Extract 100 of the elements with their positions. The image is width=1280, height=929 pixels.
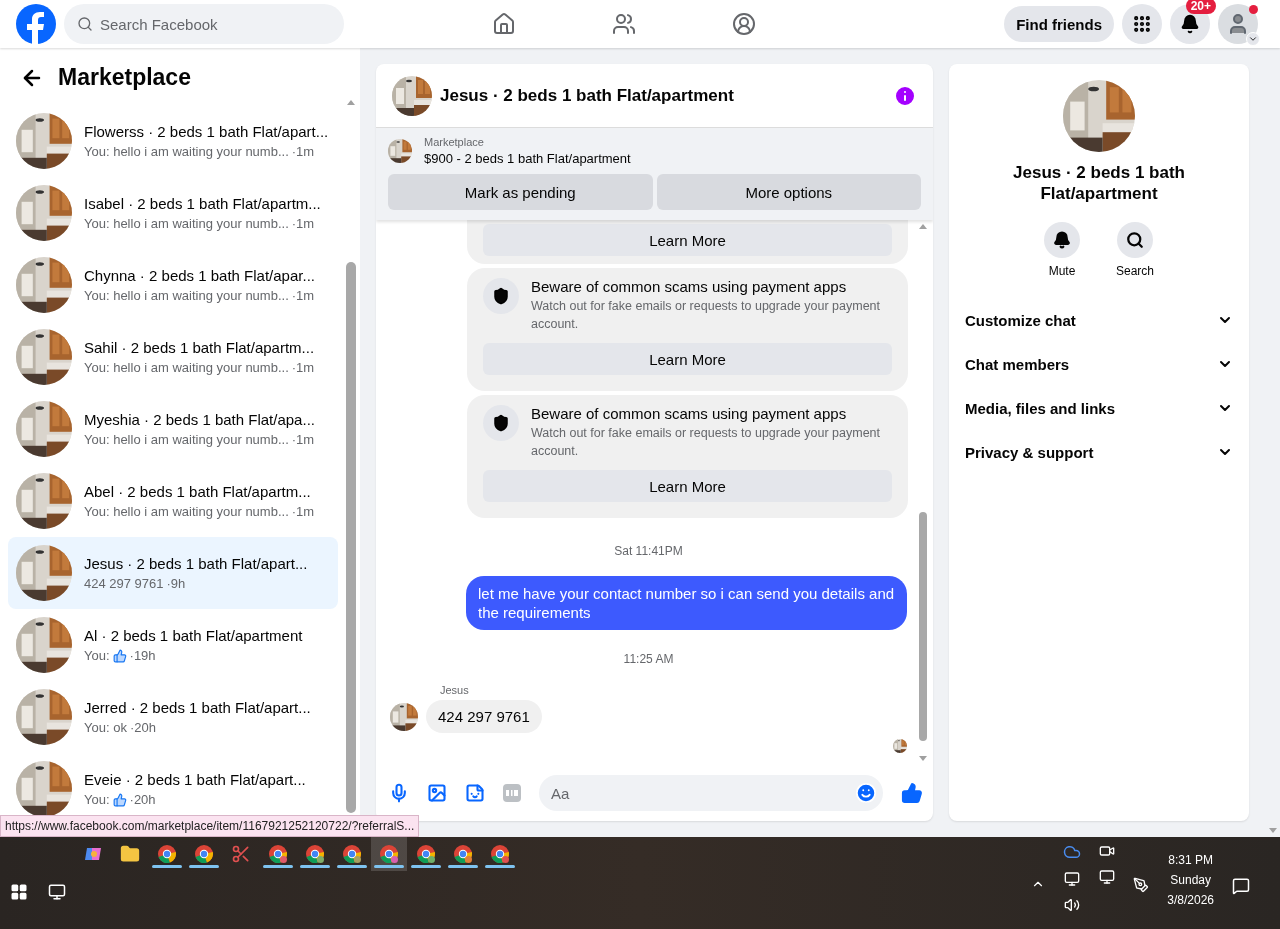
conversation-title: Jesus · 2 beds 1 bath Flat/apart...: [84, 555, 308, 572]
cloud-icon[interactable]: [1063, 843, 1082, 861]
scrollbar[interactable]: [344, 100, 358, 813]
message-time: ·9h: [166, 576, 186, 591]
browser-icon[interactable]: [379, 844, 399, 864]
timestamp: 11:25 AM: [623, 652, 674, 666]
running-indicator: [374, 865, 404, 868]
message-time: ·19h: [129, 648, 156, 663]
person-circle-icon: [732, 12, 756, 36]
running-indicator: [485, 865, 515, 868]
thumbs-up-icon: [112, 792, 127, 807]
browser-icon[interactable]: [194, 844, 214, 864]
thumbs-up-icon: [112, 648, 127, 663]
message-preview: You: hello i am waiting your numb...: [84, 360, 289, 375]
find-friends-button[interactable]: Find friends: [1004, 6, 1114, 42]
scrollbar[interactable]: [917, 224, 929, 761]
microphone-icon[interactable]: [389, 783, 409, 803]
search-icon: [77, 16, 93, 32]
section-header[interactable]: Customize chat: [957, 298, 1241, 342]
running-indicator: [337, 865, 367, 868]
listing-button[interactable]: Mark as pending: [388, 174, 653, 210]
emoji-icon[interactable]: [855, 782, 877, 804]
display-icon[interactable]: [1064, 871, 1081, 887]
menu-button[interactable]: [1122, 4, 1162, 44]
logo-icon[interactable]: [16, 4, 56, 44]
conversation-item[interactable]: Sahil · 2 beds 1 bath Flat/apartm... You: hello i am waiting your numb... ·1m: [8, 321, 338, 393]
received-message: 424 297 9761: [426, 700, 542, 733]
message-preview: You: hello i am waiting your numb...: [84, 288, 289, 303]
conversation-item[interactable]: Isabel · 2 beds 1 bath Flat/apartm... You: hello i am waiting your numb... ·1m: [8, 177, 338, 249]
message-field[interactable]: Aa: [539, 775, 883, 811]
bell-icon: [1180, 14, 1200, 34]
section-header[interactable]: Media, files and links: [957, 386, 1241, 430]
message-time: ·20h: [129, 720, 156, 735]
section-header[interactable]: Privacy & support: [957, 430, 1241, 474]
notification-icon[interactable]: [1232, 877, 1250, 895]
section-header[interactable]: Chat members: [957, 342, 1241, 386]
sticker-icon[interactable]: [465, 783, 485, 803]
sender-name: Jesus: [440, 684, 470, 696]
search-field[interactable]: Search Facebook: [64, 4, 344, 44]
conversation-item[interactable]: Abel · 2 beds 1 bath Flat/apartm... You: hello i am waiting your numb... ·1m: [8, 465, 338, 537]
learn-more-button[interactable]: Learn More: [483, 343, 892, 375]
folder-icon[interactable]: [120, 844, 140, 864]
message-time: ·1m: [291, 216, 315, 231]
message-preview: You: hello i am waiting your numb...: [84, 432, 289, 447]
message-preview: 424 297 9761: [84, 576, 164, 591]
browser-icon[interactable]: [453, 844, 473, 864]
search-icon: [1126, 231, 1144, 249]
browser-icon[interactable]: [416, 844, 436, 864]
page-title: Marketplace: [58, 64, 191, 91]
conversation-title: Abel · 2 beds 1 bath Flat/apartm...: [84, 483, 312, 500]
conversation-item[interactable]: Al · 2 beds 1 bath Flat/apartment You: ·19h: [8, 609, 338, 681]
notice-title: Beware of common scams using payment apps: [531, 405, 848, 422]
scissors-icon[interactable]: [231, 844, 251, 864]
timestamp: Sat 11:41PM: [614, 544, 683, 558]
thumbs-up-icon[interactable]: [901, 782, 923, 804]
grid-icon: [1132, 14, 1152, 34]
shield-icon: [492, 287, 510, 305]
conversation-item[interactable]: Flowerss · 2 beds 1 bath Flat/apart... You: hello i am waiting your numb... ·1m: [8, 105, 338, 177]
house-icon: [492, 12, 516, 36]
browser-icon[interactable]: [305, 844, 325, 864]
listing-label: Marketplace: [424, 136, 485, 148]
conversation-item[interactable]: Chynna · 2 beds 1 bath Flat/apar... You: hello i am waiting your numb... ·1m: [8, 249, 338, 321]
clock-day[interactable]: Sunday: [1170, 873, 1211, 887]
message-time: ·20h: [129, 792, 156, 807]
running-indicator: [189, 865, 219, 868]
pen-icon[interactable]: [1133, 877, 1150, 893]
shield-icon: [492, 414, 510, 432]
learn-more-button[interactable]: Learn More: [483, 224, 892, 256]
browser-icon[interactable]: [268, 844, 288, 864]
clock-time[interactable]: 8:31 PM: [1168, 853, 1213, 867]
message-preview: You: hello i am waiting your numb...: [84, 216, 289, 231]
listing-button[interactable]: More options: [656, 174, 921, 210]
browser-icon[interactable]: [157, 844, 177, 864]
notice-text: Watch out for fake emails or requests to upgrade your payment account.: [531, 425, 882, 460]
image-icon[interactable]: [427, 783, 447, 803]
running-indicator: [448, 865, 478, 868]
chat-title: Jesus · 2 beds 1 bath Flat/apartment: [1012, 162, 1186, 204]
browser-icon[interactable]: [490, 844, 510, 864]
browser-icon[interactable]: [342, 844, 362, 864]
message-preview: You: ok: [84, 720, 127, 735]
message-time: ·1m: [291, 432, 315, 447]
message-preview: You: hello i am waiting your numb...: [84, 144, 289, 159]
camera-icon[interactable]: [1099, 843, 1116, 859]
conversation-item[interactable]: Jerred · 2 beds 1 bath Flat/apart... You: ok ·20h: [8, 681, 338, 753]
clock-date[interactable]: 3/8/2026: [1167, 893, 1214, 907]
volume-icon[interactable]: [1064, 897, 1081, 913]
start-icon[interactable]: [10, 883, 28, 901]
conversation-item[interactable]: Jesus · 2 beds 1 bath Flat/apart... 424 297 9761 ·9h: [8, 537, 338, 609]
message-time: ·1m: [291, 360, 315, 375]
message-preview: You:: [84, 648, 110, 663]
learn-more-button[interactable]: Learn More: [483, 470, 892, 502]
account-button[interactable]: [1218, 4, 1258, 44]
people-icon: [612, 12, 636, 36]
status-dot: [1249, 5, 1258, 14]
message-time: ·1m: [291, 288, 315, 303]
chat-title: Jesus · 2 beds 1 bath Flat/apartment: [440, 85, 735, 106]
running-indicator: [411, 865, 441, 868]
conversation-item[interactable]: Myeshia · 2 beds 1 bath Flat/apa... You: hello i am waiting your numb... ·1m: [8, 393, 338, 465]
conversation-title: Al · 2 beds 1 bath Flat/apartment: [84, 627, 303, 644]
message-preview: You: hello i am waiting your numb...: [84, 504, 289, 519]
